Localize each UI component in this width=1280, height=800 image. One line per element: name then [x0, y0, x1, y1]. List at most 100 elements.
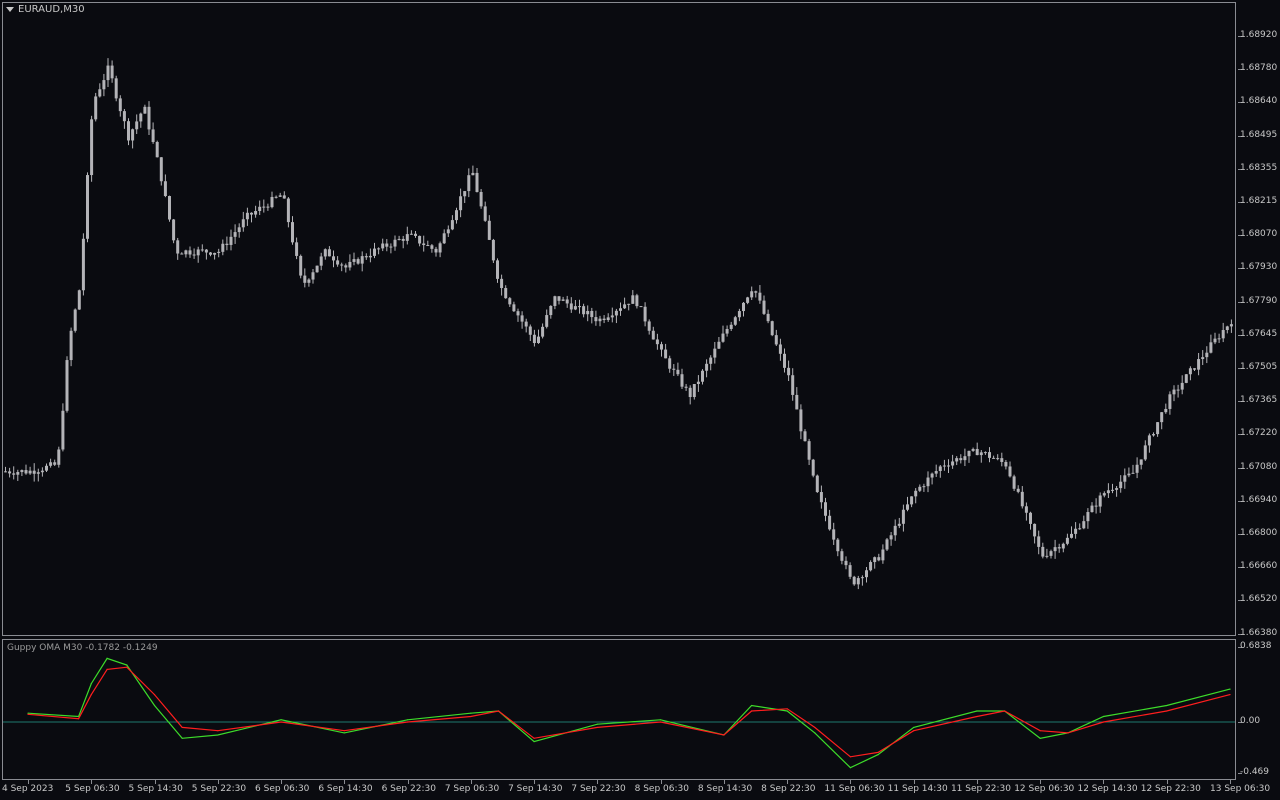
candle-body [1111, 489, 1114, 491]
price-tick-label: 1.66660 [1240, 561, 1278, 572]
price-tick-label: 1.68215 [1240, 196, 1278, 206]
candle-body [971, 448, 975, 451]
candle-body [758, 292, 762, 301]
candle-body [65, 360, 69, 411]
fast-oma-line [27, 657, 1231, 769]
candle-body [865, 570, 868, 578]
candle-body [815, 475, 819, 493]
chevron-down-icon[interactable] [6, 7, 14, 12]
candle-body [664, 349, 668, 359]
slow-oma-line-point [723, 734, 725, 736]
price-tick-label: 1.67505 [1240, 362, 1278, 372]
candle-body [467, 175, 471, 192]
candle-body [282, 195, 286, 199]
symbol-title[interactable]: EURAUD,M30 [6, 4, 85, 15]
candle-body [770, 321, 774, 336]
candle-body [672, 368, 676, 370]
candle-body [409, 233, 413, 235]
candle-body [676, 369, 680, 375]
candle-body [725, 328, 729, 334]
candle-body [487, 220, 491, 240]
candle-body [1147, 435, 1151, 446]
slow-oma-line-point [976, 715, 978, 718]
time-tick-label: 6 Sep 06:30 [255, 784, 310, 794]
time-tick-label: 13 Sep 06:30 [1210, 784, 1271, 794]
candle-body [787, 367, 791, 376]
fast-oma-line-point [750, 704, 753, 707]
candle-body [16, 472, 20, 475]
candle-body [988, 452, 991, 458]
price-tick-label: 1.68780 [1240, 63, 1278, 74]
fast-oma-line-point [1229, 688, 1231, 690]
candle-body [1057, 547, 1061, 549]
candle-body [336, 260, 340, 265]
candle-body [975, 448, 979, 456]
candle-body [311, 272, 315, 280]
time-tick-label: 7 Sep 22:30 [571, 784, 626, 794]
fast-oma-line-point [343, 732, 345, 734]
candle-body [1106, 490, 1110, 494]
candle-body [1082, 521, 1086, 529]
candle-body [418, 235, 422, 244]
fast-oma-line-point [877, 754, 879, 756]
fast-oma-line-point [913, 726, 915, 729]
candle-body [1049, 551, 1053, 556]
candle-body [233, 232, 237, 237]
price-tick-label: 1.66800 [1240, 528, 1278, 538]
candle-body [660, 344, 663, 350]
candle-body [824, 502, 827, 516]
slow-oma-line-point [1004, 710, 1006, 712]
candle-body [45, 465, 48, 471]
candle-body [1098, 495, 1102, 507]
candle-body [668, 358, 672, 369]
candle-body [1139, 459, 1143, 465]
candle-body [610, 315, 614, 318]
candle-body [204, 249, 208, 253]
candle-body [348, 261, 352, 268]
slow-oma-line-point [106, 668, 108, 670]
candle-body [455, 210, 458, 221]
candle-body [696, 381, 700, 385]
candle-body [147, 106, 151, 130]
candle-body [811, 459, 815, 476]
time-tick-label: 11 Sep 22:30 [950, 784, 1012, 794]
candle-body [278, 195, 282, 197]
candle-body [709, 357, 713, 364]
candle-body [426, 245, 430, 247]
candle-body [168, 196, 171, 220]
candle-body [184, 250, 188, 255]
candle-body [1020, 491, 1024, 507]
candle-body [57, 449, 61, 465]
candle-body [368, 255, 372, 258]
candle-body [590, 310, 594, 318]
candle-body [1172, 389, 1176, 395]
candle-body [143, 106, 147, 114]
candle-body [327, 249, 331, 257]
candle-body [754, 291, 758, 293]
candle-body [799, 409, 803, 432]
candle-body [848, 565, 852, 577]
time-tick-label: 6 Sep 22:30 [381, 784, 436, 794]
candle-body [549, 305, 553, 316]
fast-oma-line-point [1102, 715, 1105, 718]
candle-body [1168, 394, 1172, 409]
candle-body [315, 265, 319, 273]
fast-oma-line-point [1039, 737, 1041, 739]
candle-body [106, 65, 110, 81]
candle-body [1193, 368, 1196, 370]
time-tick-label: 12 Sep 22:30 [1140, 784, 1201, 794]
candle-body [881, 549, 885, 561]
candle-body [967, 450, 971, 457]
candle-body [131, 129, 135, 141]
candle-body [1094, 505, 1098, 507]
candle-body [733, 317, 737, 325]
candle-body [172, 219, 176, 241]
candle-body [196, 249, 200, 256]
candle-body [459, 196, 463, 211]
candle-body [356, 259, 360, 264]
price-tick-label: 1.67365 [1240, 395, 1278, 406]
candle-body [299, 255, 303, 276]
candle-body [729, 324, 733, 329]
candle-body [1070, 533, 1073, 538]
candle-body [180, 253, 184, 255]
